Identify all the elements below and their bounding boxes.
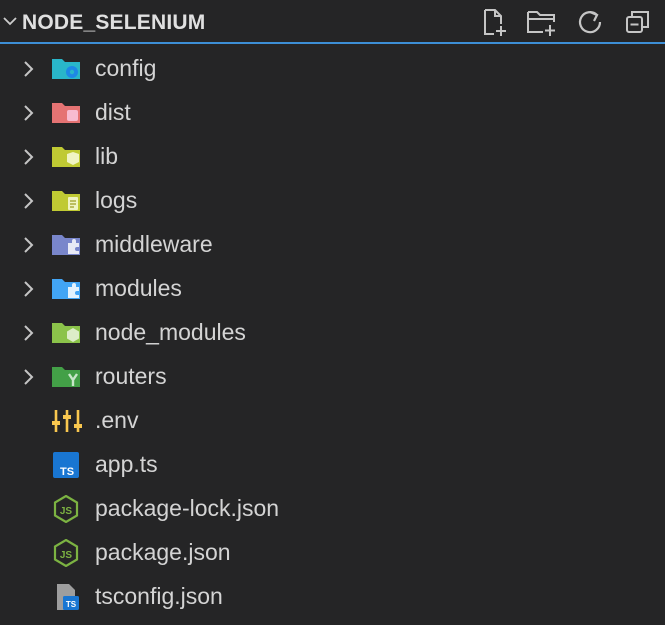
tree-item-label: package.json [95,539,231,565]
tree-item-label: middleware [95,231,213,257]
tree-item-label: routers [95,363,167,389]
typescript-file-icon: TS [50,451,84,479]
tree-item-logs[interactable]: logs [0,179,665,223]
tree-item-label: lib [95,143,119,169]
dist-folder-icon [50,99,84,127]
chevron-right-icon[interactable] [20,147,38,167]
tree-item-label: node_modules [95,319,246,345]
workspace-title: NODE_SELENIUM [22,11,206,34]
chevron-right-icon[interactable] [20,367,38,387]
tree-item-app-ts[interactable]: TS app.ts [0,443,665,487]
chevron-right-icon[interactable] [20,191,38,211]
chevron-right-icon[interactable] [20,323,38,343]
chevron-right-icon[interactable] [20,59,38,79]
lib-folder-icon [50,143,84,171]
nodejs-file-icon: JS [50,494,84,524]
node-modules-folder-icon [50,319,84,347]
tree-item-lib[interactable]: lib [0,135,665,179]
tree-item-label: modules [95,275,182,301]
tree-item-middleware[interactable]: middleware [0,223,665,267]
chevron-right-icon[interactable] [20,279,38,299]
tree-item-label: app.ts [95,451,158,477]
tree-item-node-modules[interactable]: node_modules [0,311,665,355]
tsconfig-file-icon: TS [50,583,84,611]
tree-item-routers[interactable]: routers [0,355,665,399]
tree-item-package-lock-json[interactable]: JS package-lock.json [0,487,665,531]
tree-item-label: package-lock.json [95,495,280,521]
nodejs-file-icon: JS [50,538,84,568]
env-file-icon [50,407,84,435]
svg-text:JS: JS [60,550,73,561]
file-tree: config dist lib logs middleware modules … [0,47,665,619]
svg-text:TS: TS [60,466,74,478]
routers-folder-icon [50,363,84,391]
file-explorer: NODE_SELENIUM config dist lib logs middl… [0,0,665,625]
explorer-header[interactable]: NODE_SELENIUM [0,0,665,44]
tree-item-label: dist [95,99,131,125]
tree-item-tsconfig-json[interactable]: TS tsconfig.json [0,575,665,619]
tree-item-package-json[interactable]: JS package.json [0,531,665,575]
tree-item-label: tsconfig.json [95,583,223,609]
refresh-icon[interactable] [573,6,607,38]
tree-item-label: logs [95,187,138,213]
new-folder-icon[interactable] [525,6,559,38]
chevron-right-icon[interactable] [20,235,38,255]
collapse-all-icon[interactable] [621,6,655,38]
chevron-right-icon[interactable] [20,103,38,123]
config-folder-icon [50,55,84,83]
explorer-actions [477,6,655,38]
modules-folder-icon [50,275,84,303]
svg-text:TS: TS [66,600,77,609]
svg-text:JS: JS [60,506,73,517]
new-file-icon[interactable] [477,6,511,38]
middleware-folder-icon [50,231,84,259]
tree-item-config[interactable]: config [0,47,665,91]
logs-folder-icon [50,187,84,215]
tree-item-modules[interactable]: modules [0,267,665,311]
tree-item-env[interactable]: .env [0,399,665,443]
chevron-down-icon[interactable] [2,13,18,29]
tree-item-label: .env [95,407,139,433]
tree-item-dist[interactable]: dist [0,91,665,135]
tree-item-label: config [95,55,157,81]
